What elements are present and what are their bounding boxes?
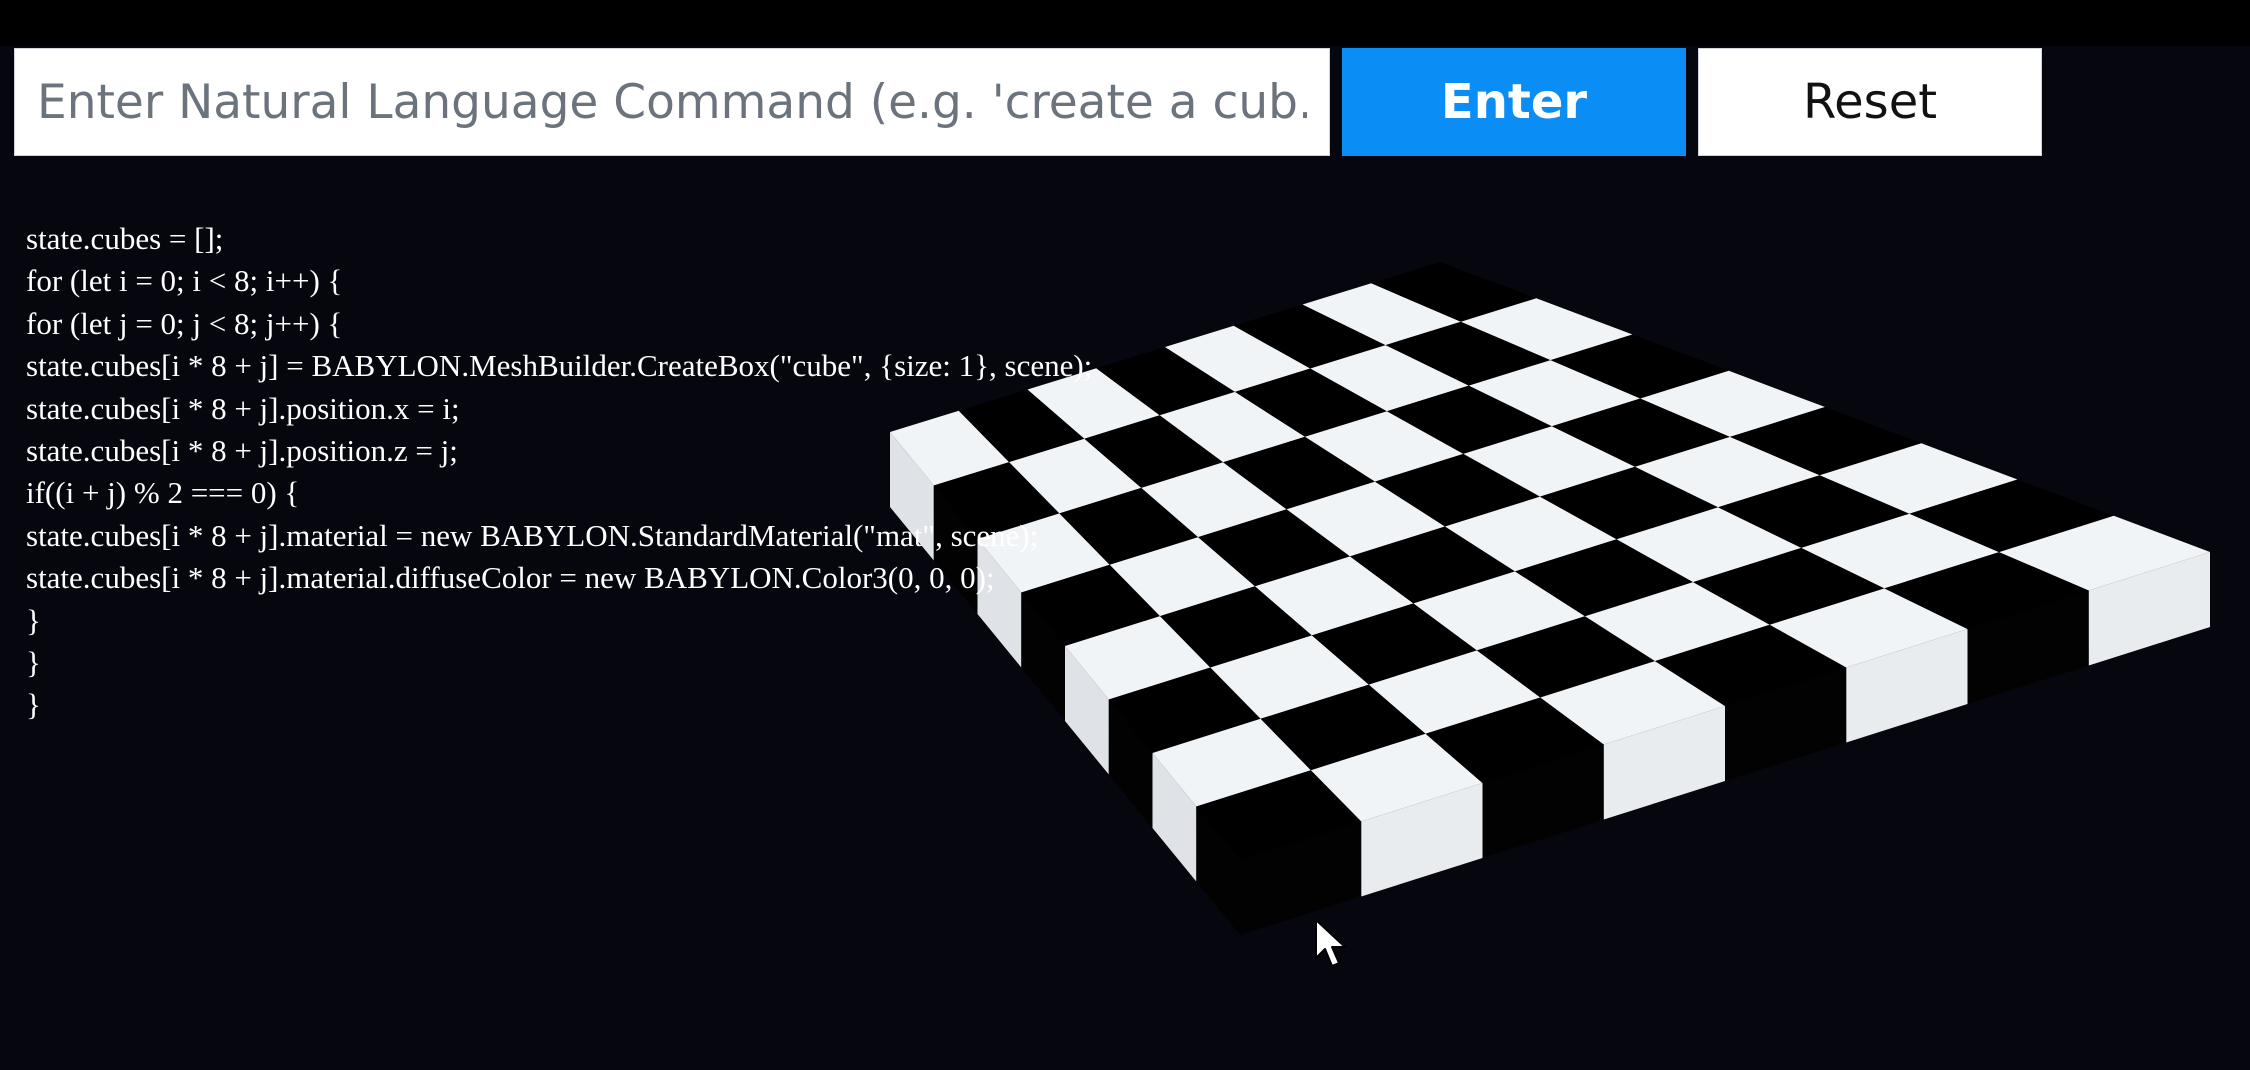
top-black-bar <box>0 0 2250 46</box>
code-line: state.cubes = []; <box>26 221 224 256</box>
reset-button[interactable]: Reset <box>1698 48 2042 156</box>
code-line: if((i + j) % 2 === 0) { <box>26 475 300 511</box>
mouse-pointer-icon <box>1315 919 1346 967</box>
code-line: } <box>26 687 41 723</box>
generated-code: state.cubes = []; for (let i = 0; i < 8; … <box>26 218 1092 727</box>
enter-button[interactable]: Enter <box>1342 48 1686 156</box>
code-line: state.cubes[i * 8 + j].material = new BA… <box>26 517 1039 553</box>
code-line: for (let j = 0; j < 8; j++) { <box>26 305 343 341</box>
code-line: state.cubes[i * 8 + j].material.diffuseC… <box>26 560 995 596</box>
babylon-nl-app: Enter Reset state.cubes = []; for (let i … <box>0 0 2250 1070</box>
code-line: } <box>26 645 41 681</box>
code-line: state.cubes[i * 8 + j] = BABYLON.MeshBui… <box>26 348 1093 384</box>
code-line: } <box>26 602 41 638</box>
code-line: state.cubes[i * 8 + j].position.x = i; <box>26 390 460 426</box>
command-input[interactable] <box>14 48 1330 156</box>
code-line: state.cubes[i * 8 + j].position.z = j; <box>26 433 458 469</box>
code-line: for (let i = 0; i < 8; i++) { <box>26 263 343 299</box>
